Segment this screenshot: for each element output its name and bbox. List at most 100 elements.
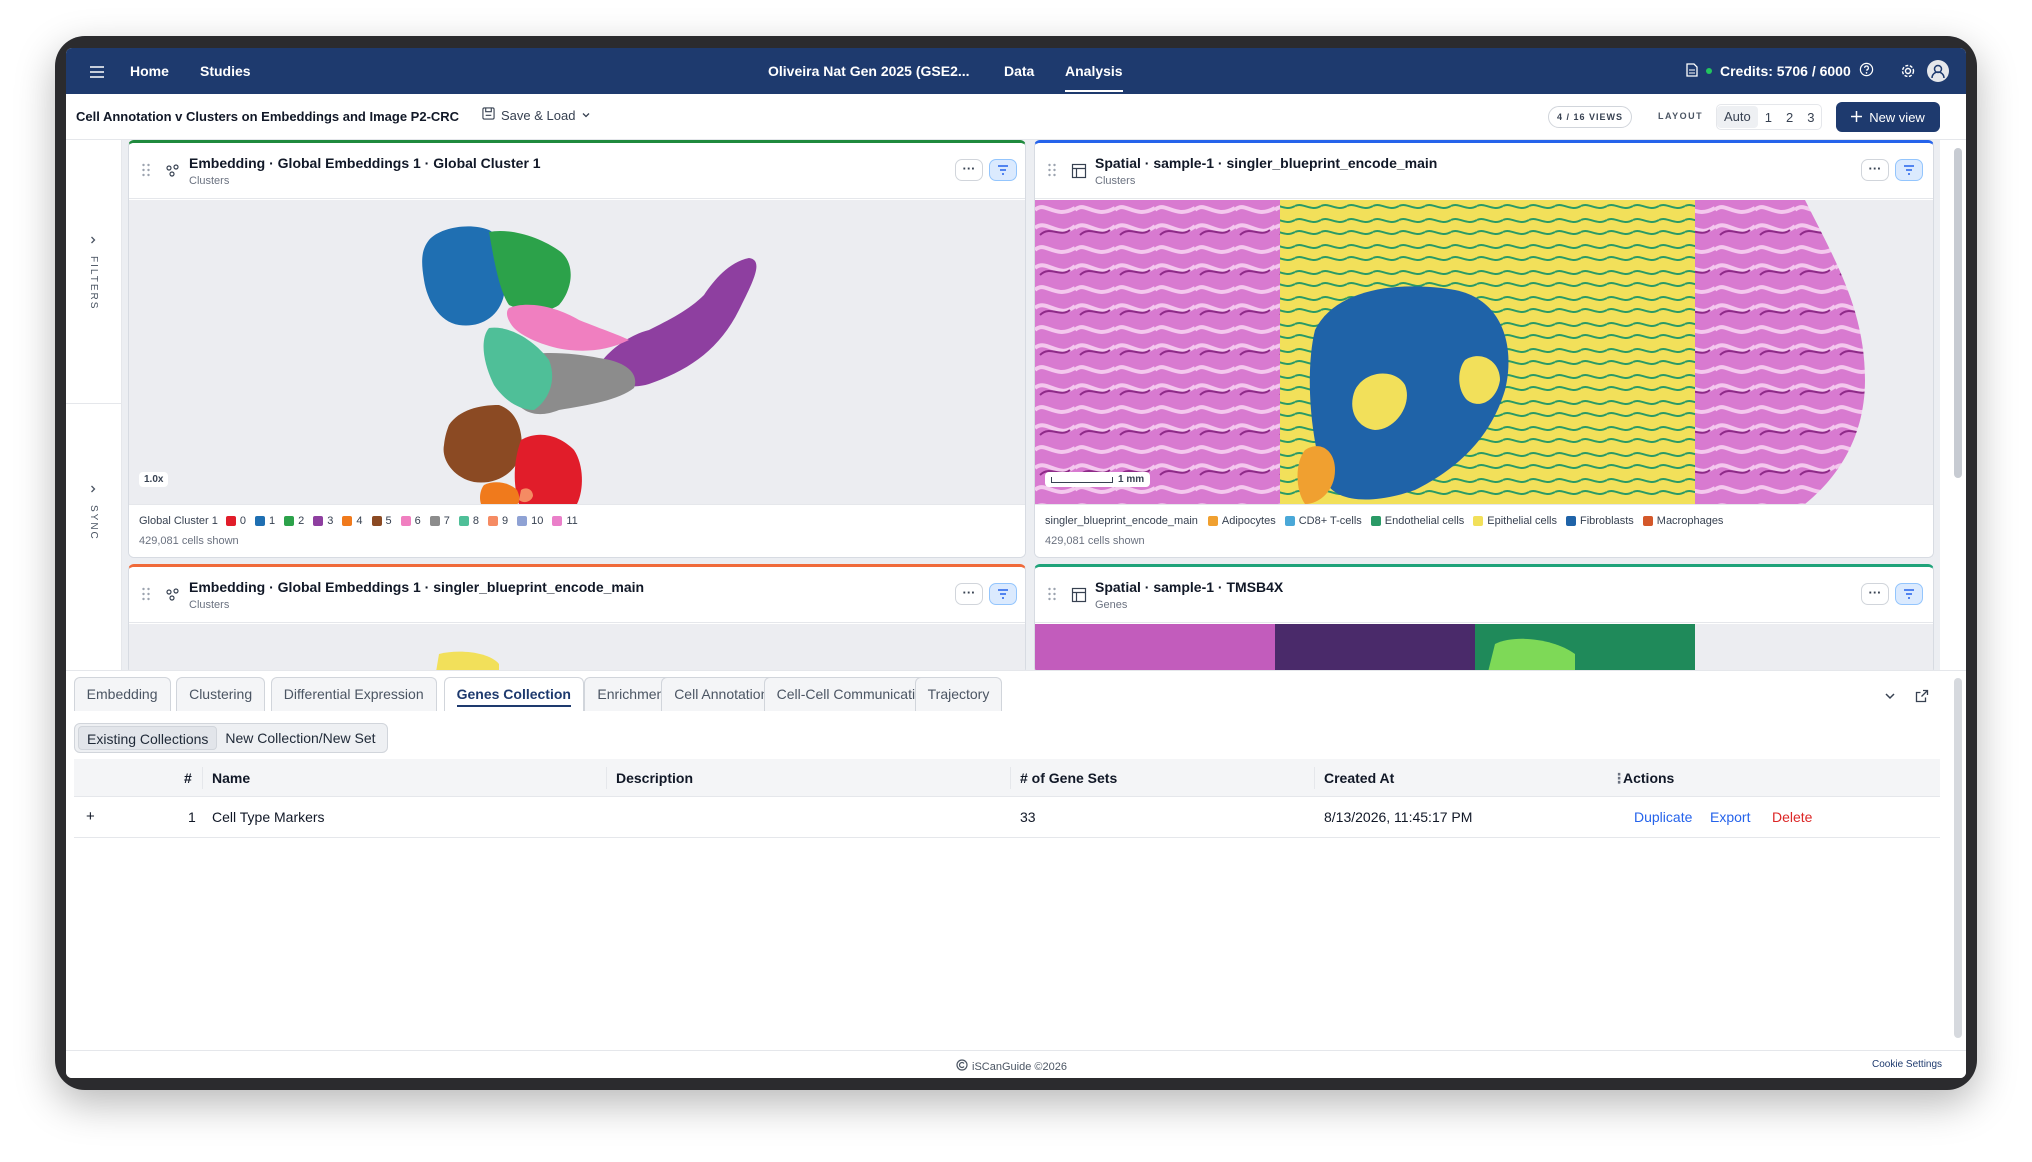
filters-label: FILTERS: [88, 256, 99, 311]
subtab-new-collection[interactable]: New Collection/New Set: [217, 726, 383, 750]
more-options-button[interactable]: ···: [1861, 583, 1889, 605]
legend-item[interactable]: 9: [488, 515, 508, 527]
scale-bar-label: 1 mm: [1118, 474, 1145, 485]
legend-item[interactable]: 11: [552, 515, 578, 527]
plus-icon: [1851, 110, 1863, 125]
legend-item[interactable]: Fibroblasts: [1565, 515, 1634, 527]
drag-handle-icon[interactable]: [1047, 163, 1057, 177]
panel-header: Spatial · sample-1 · singler_blueprint_e…: [1035, 143, 1933, 199]
nav-home-link[interactable]: Home: [130, 48, 169, 94]
filter-button[interactable]: [989, 159, 1017, 181]
tab-genes-collection[interactable]: Genes Collection: [443, 677, 584, 711]
sync-toggle[interactable]: SYNC: [66, 405, 121, 670]
embedding-plot[interactable]: 1.0x: [129, 200, 1025, 504]
filter-button[interactable]: [989, 583, 1017, 605]
layout-auto-option[interactable]: Auto: [1717, 106, 1758, 128]
settings-gear-icon[interactable]: [1900, 63, 1916, 84]
layout-1-option[interactable]: 1: [1758, 110, 1779, 125]
panel-title: Embedding · Global Embeddings 1 · single…: [189, 579, 645, 595]
delete-link[interactable]: Delete: [1772, 798, 1812, 836]
legend-item[interactable]: 8: [458, 515, 479, 527]
filters-toggle[interactable]: FILTERS: [66, 140, 121, 404]
legend-label: 7: [443, 515, 450, 527]
cookie-settings-link[interactable]: Cookie Settings: [1872, 1059, 1942, 1070]
document-icon[interactable]: [1686, 62, 1698, 80]
legend-swatch: [552, 516, 563, 526]
duplicate-link[interactable]: Duplicate: [1634, 798, 1692, 836]
legend-swatch: [429, 516, 440, 526]
legend-label: 3: [327, 515, 334, 527]
cluster-legend: Global Cluster 1 0 1 2 3 4 5 6 7 8 9 10 11 429,081 …: [129, 504, 1025, 557]
legend-item[interactable]: Endothelial cells: [1370, 515, 1465, 527]
header-name[interactable]: Name: [212, 759, 250, 797]
tab-embedding[interactable]: Embedding: [73, 677, 171, 711]
collection-subtabs: Existing Collections New Collection/New …: [74, 723, 388, 753]
layout-3-option[interactable]: 3: [1800, 110, 1821, 125]
legend-label: 4: [356, 515, 363, 527]
tab-differential-expression[interactable]: Differential Expression: [270, 677, 437, 711]
nav-studies-link[interactable]: Studies: [200, 48, 251, 94]
legend-label: Endothelial cells: [1384, 515, 1465, 527]
nav-analysis-link[interactable]: Analysis: [1065, 48, 1123, 92]
cells-shown-count: 429,081 cells shown: [139, 535, 239, 547]
more-options-button[interactable]: ···: [955, 583, 983, 605]
gene-expression-image[interactable]: [1035, 624, 1933, 670]
hamburger-menu-icon[interactable]: [90, 65, 104, 78]
legend-item[interactable]: 7: [429, 515, 450, 527]
layout-selector: Auto 1 2 3: [1716, 104, 1823, 130]
legend-swatch: [1565, 516, 1576, 526]
legend-swatch: [1207, 516, 1218, 526]
legend-item[interactable]: Macrophages: [1642, 515, 1723, 527]
subtab-existing-collections[interactable]: Existing Collections: [78, 726, 218, 750]
legend-item[interactable]: Adipocytes: [1207, 515, 1276, 527]
spatial-image[interactable]: 1 mm: [1035, 200, 1933, 504]
export-link[interactable]: Export: [1710, 798, 1750, 836]
views-scrollbar[interactable]: [1954, 148, 1962, 478]
more-options-button[interactable]: ···: [1861, 159, 1889, 181]
legend-swatch: [1473, 516, 1484, 526]
more-options-button[interactable]: ···: [955, 159, 983, 181]
save-load-dropdown[interactable]: Save & Load: [482, 107, 591, 123]
nav-data-link[interactable]: Data: [1004, 48, 1034, 94]
collapse-chevron-icon[interactable]: [1883, 689, 1897, 708]
legend-item[interactable]: 6: [400, 515, 421, 527]
cells-shown-count: 429,081 cells shown: [1045, 535, 1145, 547]
legend-item[interactable]: 2: [284, 515, 304, 527]
filter-button[interactable]: [1895, 583, 1923, 605]
legend-item[interactable]: 10: [517, 515, 543, 527]
header-description[interactable]: Description: [616, 759, 693, 797]
tab-clustering[interactable]: Clustering: [176, 677, 266, 711]
header-created-at[interactable]: Created At: [1324, 759, 1394, 797]
header-gene-sets[interactable]: # of Gene Sets: [1020, 759, 1117, 797]
bottom-scrollbar[interactable]: [1954, 678, 1962, 1038]
pop-out-icon[interactable]: [1915, 689, 1929, 708]
legend-item[interactable]: 1: [255, 515, 275, 527]
user-avatar-icon[interactable]: [1927, 60, 1949, 82]
legend-item[interactable]: Epithelial cells: [1473, 515, 1557, 527]
top-navbar: Home Studies Oliveira Nat Gen 2025 (GSE2…: [66, 48, 1966, 94]
expand-row-button[interactable]: +: [86, 798, 95, 836]
legend-swatch: [1284, 516, 1295, 526]
new-view-button[interactable]: New view: [1836, 102, 1940, 132]
legend-swatch: [371, 516, 382, 526]
filter-button[interactable]: [1895, 159, 1923, 181]
page-footer: iSCanGuide ©2026 Cookie Settings: [66, 1050, 1966, 1078]
tab-trajectory[interactable]: Trajectory: [914, 677, 1003, 711]
drag-handle-icon[interactable]: [141, 587, 151, 601]
drag-handle-icon[interactable]: [1047, 587, 1057, 601]
legend-item[interactable]: 3: [313, 515, 333, 527]
sync-label: SYNC: [88, 505, 99, 541]
embedding-plot[interactable]: [129, 624, 1025, 670]
new-view-label: New view: [1869, 109, 1925, 125]
legend-item[interactable]: CD8+ T-cells: [1284, 515, 1362, 527]
legend-swatch: [342, 516, 353, 526]
spatial-panel-2: Spatial · sample-1 · TMSB4X Genes ···: [1034, 564, 1934, 670]
legend-item[interactable]: 0: [225, 515, 246, 527]
drag-handle-icon[interactable]: [141, 163, 151, 177]
legend-item[interactable]: 4: [342, 515, 363, 527]
layout-2-option[interactable]: 2: [1779, 110, 1800, 125]
legend-item[interactable]: 5: [371, 515, 392, 527]
help-icon[interactable]: [1859, 62, 1874, 80]
legend-swatch: [1370, 516, 1381, 526]
study-title[interactable]: Oliveira Nat Gen 2025 (GSE2...: [768, 48, 970, 94]
